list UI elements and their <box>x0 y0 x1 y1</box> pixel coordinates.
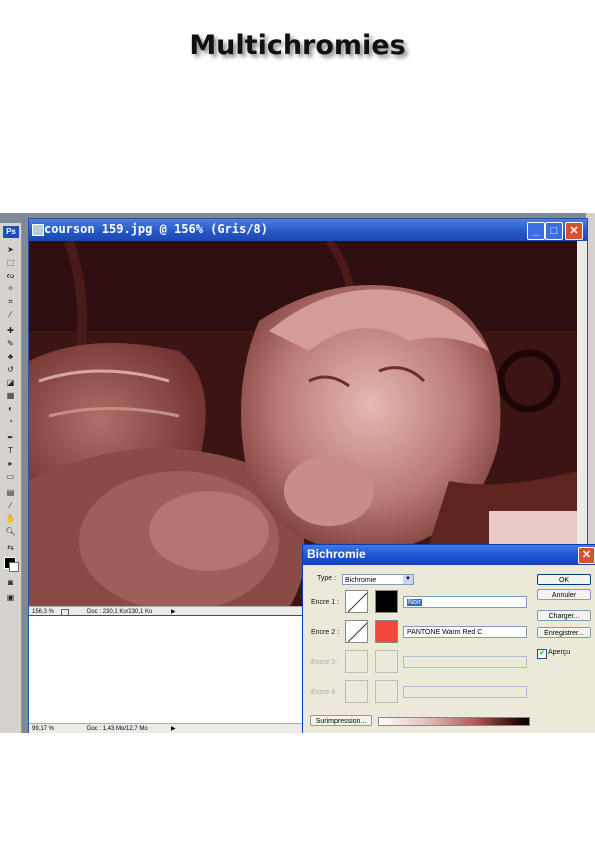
save-button[interactable]: Enregistrer... <box>537 627 591 638</box>
second-status-arrow-icon[interactable]: ▶ <box>171 724 176 733</box>
move-tool-icon[interactable]: ➤ <box>5 245 16 254</box>
maximize-button[interactable]: □ <box>545 222 563 240</box>
healing-brush-icon[interactable]: ✚ <box>5 326 16 335</box>
dialog-title: Bichromie <box>307 547 366 561</box>
ink-2-label: Encre 2 : <box>311 629 340 636</box>
shape-tool-icon[interactable]: ▭ <box>5 472 16 481</box>
stamp-tool-icon[interactable]: ♣ <box>5 352 16 361</box>
screen-mode-icon[interactable]: ▣ <box>5 593 16 602</box>
preview-checkbox[interactable]: ✔ <box>537 649 547 659</box>
document-titlebar[interactable]: courson 159.jpg @ 156% (Gris/8) _ □ ✕ <box>29 219 587 241</box>
ink-3-swatch <box>375 650 398 673</box>
cancel-button[interactable]: Annuler <box>537 589 591 600</box>
document-icon <box>32 224 44 236</box>
crop-tool-icon[interactable]: ⌗ <box>5 297 16 306</box>
photoshop-screenshot: Ps ➤ ⬚ ᔓ ✧ ⌗ ⁄ ✚ ✎ ♣ ↺ ◪ ▦ ◐ ◔ ✒ T ▸ ▭ ▤… <box>0 213 595 733</box>
lasso-tool-icon[interactable]: ᔓ <box>5 271 16 280</box>
marquee-tool-icon[interactable]: ⬚ <box>5 258 16 267</box>
minimize-button[interactable]: _ <box>527 222 545 240</box>
background-color-swatch[interactable] <box>9 562 19 572</box>
slice-tool-icon[interactable]: ⁄ <box>5 310 16 319</box>
swap-colors-icon[interactable]: ⇆ <box>5 543 16 552</box>
path-select-icon[interactable]: ▸ <box>5 459 16 468</box>
duotone-gradient-bar <box>378 717 530 726</box>
ink-2-name-field[interactable]: PANTONE Warm Red C <box>403 626 527 638</box>
ok-button[interactable]: OK <box>537 574 591 585</box>
chevron-down-icon[interactable]: ▼ <box>403 575 413 584</box>
ink-1-curve[interactable] <box>345 590 368 613</box>
ink-3-curve <box>345 650 368 673</box>
ink-3-label: Encre 3 : <box>311 659 340 666</box>
eraser-tool-icon[interactable]: ◪ <box>5 378 16 387</box>
dialog-close-button[interactable]: ✕ <box>578 547 595 564</box>
overprint-button[interactable]: Surimpression... <box>310 715 372 726</box>
notes-tool-icon[interactable]: ▤ <box>5 488 16 497</box>
ink-4-label: Encre 4 : <box>311 689 340 696</box>
zoom-tool-icon[interactable]: 🔍︎ <box>5 527 16 536</box>
page-title: Multichromies <box>189 30 406 61</box>
load-button[interactable]: Charger... <box>537 610 591 621</box>
ink-1-label: Encre 1 : <box>311 599 340 606</box>
close-button[interactable]: ✕ <box>565 222 583 240</box>
magic-wand-icon[interactable]: ✧ <box>5 284 16 293</box>
toolbox: Ps ➤ ⬚ ᔓ ✧ ⌗ ⁄ ✚ ✎ ♣ ↺ ◪ ▦ ◐ ◔ ✒ T ▸ ▭ ▤… <box>0 223 22 733</box>
hand-tool-icon[interactable]: ✋ <box>5 514 16 523</box>
second-zoom-readout[interactable]: 99,17 % <box>32 724 54 733</box>
bichromie-dialog: Bichromie ✕ Type : Bichromie ▼ Encre 1 :… <box>302 544 595 733</box>
ink-2-curve[interactable] <box>345 620 368 643</box>
ink-4-curve <box>345 680 368 703</box>
gradient-tool-icon[interactable]: ▦ <box>5 391 16 400</box>
type-label: Type : <box>317 575 337 582</box>
ink-4-name-field <box>403 686 527 698</box>
ink-1-name-field[interactable]: Noir <box>403 596 527 608</box>
history-brush-icon[interactable]: ↺ <box>5 365 16 374</box>
document-title: courson 159.jpg @ 156% (Gris/8) <box>44 222 268 236</box>
type-tool-icon[interactable]: T <box>5 446 16 455</box>
ink-4-swatch <box>375 680 398 703</box>
second-document-window: 99,17 % Doc : 1,43 Mo/12,7 Mo ▶ <box>28 615 305 733</box>
type-select[interactable]: Bichromie ▼ <box>342 574 414 585</box>
dialog-titlebar[interactable]: Bichromie ✕ <box>303 545 595 565</box>
second-status-bar: 99,17 % Doc : 1,43 Mo/12,7 Mo ▶ <box>29 723 304 733</box>
ink-2-swatch[interactable] <box>375 620 398 643</box>
type-select-value: Bichromie <box>345 577 377 584</box>
ink-1-swatch[interactable] <box>375 590 398 613</box>
eyedropper-icon[interactable]: ⁄ <box>5 501 16 510</box>
dodge-tool-icon[interactable]: ◔ <box>5 417 16 426</box>
second-doc-size-info: Doc : 1,43 Mo/12,7 Mo <box>87 726 148 732</box>
blur-tool-icon[interactable]: ◐ <box>5 404 16 413</box>
photoshop-logo[interactable]: Ps <box>3 226 19 238</box>
brush-tool-icon[interactable]: ✎ <box>5 339 16 348</box>
preview-label: Aperçu <box>548 649 571 656</box>
quick-mask-icon[interactable]: ◙ <box>5 578 16 587</box>
pen-tool-icon[interactable]: ✒ <box>5 433 16 442</box>
ink-3-name-field <box>403 656 527 668</box>
